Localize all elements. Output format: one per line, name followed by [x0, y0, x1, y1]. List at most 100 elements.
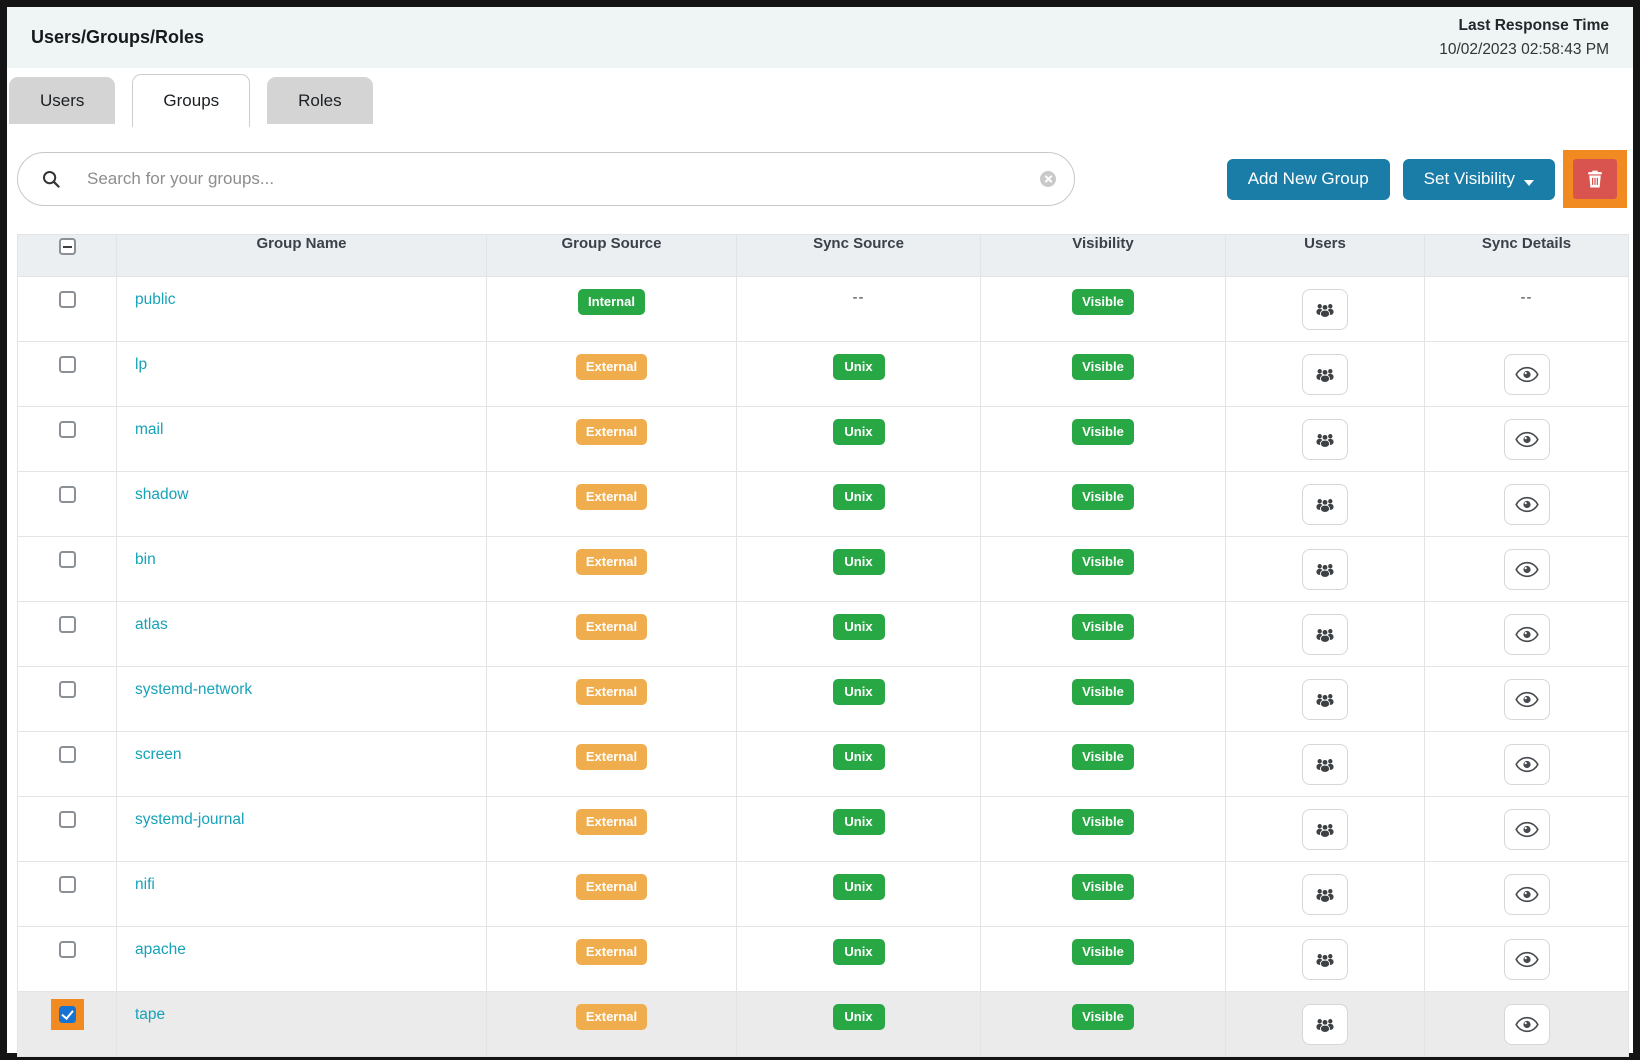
sync-details-button[interactable] [1504, 744, 1550, 785]
tab-roles[interactable]: Roles [267, 77, 372, 124]
group-name-link[interactable]: apache [135, 941, 186, 958]
table-row: screen External Unix Visible [18, 732, 1629, 797]
users-button[interactable] [1302, 419, 1348, 460]
group-name-link[interactable]: mail [135, 421, 163, 438]
row-checkbox[interactable] [59, 421, 76, 438]
sync-details-button[interactable] [1504, 419, 1550, 460]
sync-source-badge: Unix [833, 354, 885, 380]
users-button[interactable] [1302, 484, 1348, 525]
visibility-badge: Visible [1072, 1004, 1134, 1030]
users-cell [1226, 277, 1425, 342]
row-checkbox[interactable] [59, 486, 76, 503]
row-checkbox[interactable] [59, 681, 76, 698]
visibility-badge: Visible [1072, 614, 1134, 640]
search-box[interactable] [17, 152, 1075, 206]
row-checkbox[interactable] [59, 1006, 76, 1023]
sync-details-button[interactable] [1504, 484, 1550, 525]
users-button[interactable] [1302, 549, 1348, 590]
users-icon [1314, 627, 1336, 643]
delete-button-highlight [1563, 150, 1627, 208]
group-source-cell: Internal [487, 277, 737, 342]
visibility-badge: Visible [1072, 874, 1134, 900]
sync-details-cell [1425, 472, 1629, 537]
clear-search-icon[interactable] [1040, 171, 1056, 187]
sync-details-button[interactable] [1504, 549, 1550, 590]
row-checkbox[interactable] [59, 746, 76, 763]
row-checkbox[interactable] [59, 291, 76, 308]
sync-details-button[interactable] [1504, 1004, 1550, 1045]
toolbar-buttons: Add New Group Set Visibility [1227, 150, 1627, 208]
sync-source-badge: Unix [833, 744, 885, 770]
row-checkbox[interactable] [59, 356, 76, 373]
sync-details-cell [1425, 537, 1629, 602]
tab-users[interactable]: Users [9, 77, 115, 124]
visibility-cell: Visible [981, 472, 1226, 537]
row-checkbox[interactable] [59, 551, 76, 568]
sync-source-badge: Unix [833, 809, 885, 835]
group-name-link[interactable]: atlas [135, 616, 168, 633]
group-source-cell: External [487, 732, 737, 797]
column-header-sync-source: Sync Source [737, 235, 981, 277]
sync-details-cell [1425, 927, 1629, 992]
select-all-checkbox[interactable] [59, 238, 76, 255]
users-button[interactable] [1302, 809, 1348, 850]
users-button[interactable] [1302, 354, 1348, 395]
group-name-link[interactable]: screen [135, 746, 182, 763]
search-input[interactable] [87, 169, 1040, 189]
row-checkbox[interactable] [59, 941, 76, 958]
table-row: tape External Unix Visible [18, 992, 1629, 1057]
users-button[interactable] [1302, 939, 1348, 980]
row-checkbox-wrap [51, 674, 84, 705]
sync-details-button[interactable] [1504, 809, 1550, 850]
table-row: public Internal -- Visible [18, 277, 1629, 342]
sync-details-cell [1425, 602, 1629, 667]
sync-details-button[interactable] [1504, 354, 1550, 395]
users-button[interactable] [1302, 744, 1348, 785]
row-checkbox[interactable] [59, 876, 76, 893]
users-button[interactable] [1302, 874, 1348, 915]
group-name-link[interactable]: systemd-journal [135, 811, 244, 828]
visibility-cell: Visible [981, 342, 1226, 407]
sync-details-button[interactable] [1504, 614, 1550, 655]
sync-details-button[interactable] [1504, 679, 1550, 720]
add-new-group-button[interactable]: Add New Group [1227, 159, 1390, 200]
row-checkbox-cell [18, 537, 117, 602]
users-button[interactable] [1302, 614, 1348, 655]
group-name-link[interactable]: shadow [135, 486, 188, 503]
table-row: systemd-network External Unix Visible [18, 667, 1629, 732]
delete-group-button[interactable] [1573, 159, 1617, 199]
group-source-badge: Internal [578, 289, 645, 315]
group-name-link[interactable]: tape [135, 1006, 165, 1023]
row-checkbox-wrap [51, 804, 84, 835]
group-name-link[interactable]: nifi [135, 876, 155, 893]
group-source-cell: External [487, 472, 737, 537]
row-checkbox[interactable] [59, 811, 76, 828]
page-header: Users/Groups/Roles Last Response Time 10… [7, 7, 1633, 68]
chevron-down-icon [1524, 180, 1534, 186]
set-visibility-button[interactable]: Set Visibility [1403, 159, 1555, 200]
tab-groups[interactable]: Groups [132, 74, 250, 127]
row-checkbox-cell [18, 277, 117, 342]
table-row: atlas External Unix Visible [18, 602, 1629, 667]
group-source-cell: External [487, 927, 737, 992]
users-button[interactable] [1302, 289, 1348, 330]
sync-details-button[interactable] [1504, 939, 1550, 980]
eye-icon [1515, 626, 1539, 643]
sync-source-badge: Unix [833, 1004, 885, 1030]
sync-details-button[interactable] [1504, 874, 1550, 915]
sync-source-cell: Unix [737, 342, 981, 407]
sync-source-badge: Unix [833, 484, 885, 510]
group-name-cell: atlas [117, 602, 487, 667]
eye-icon [1515, 366, 1539, 383]
visibility-badge: Visible [1072, 744, 1134, 770]
sync-source-cell: Unix [737, 992, 981, 1057]
group-name-cell: nifi [117, 862, 487, 927]
row-checkbox[interactable] [59, 616, 76, 633]
group-name-link[interactable]: public [135, 291, 176, 308]
row-checkbox-wrap [51, 349, 84, 380]
group-name-link[interactable]: bin [135, 551, 156, 568]
users-button[interactable] [1302, 1004, 1348, 1045]
group-name-link[interactable]: systemd-network [135, 681, 252, 698]
group-name-link[interactable]: lp [135, 356, 147, 373]
users-button[interactable] [1302, 679, 1348, 720]
